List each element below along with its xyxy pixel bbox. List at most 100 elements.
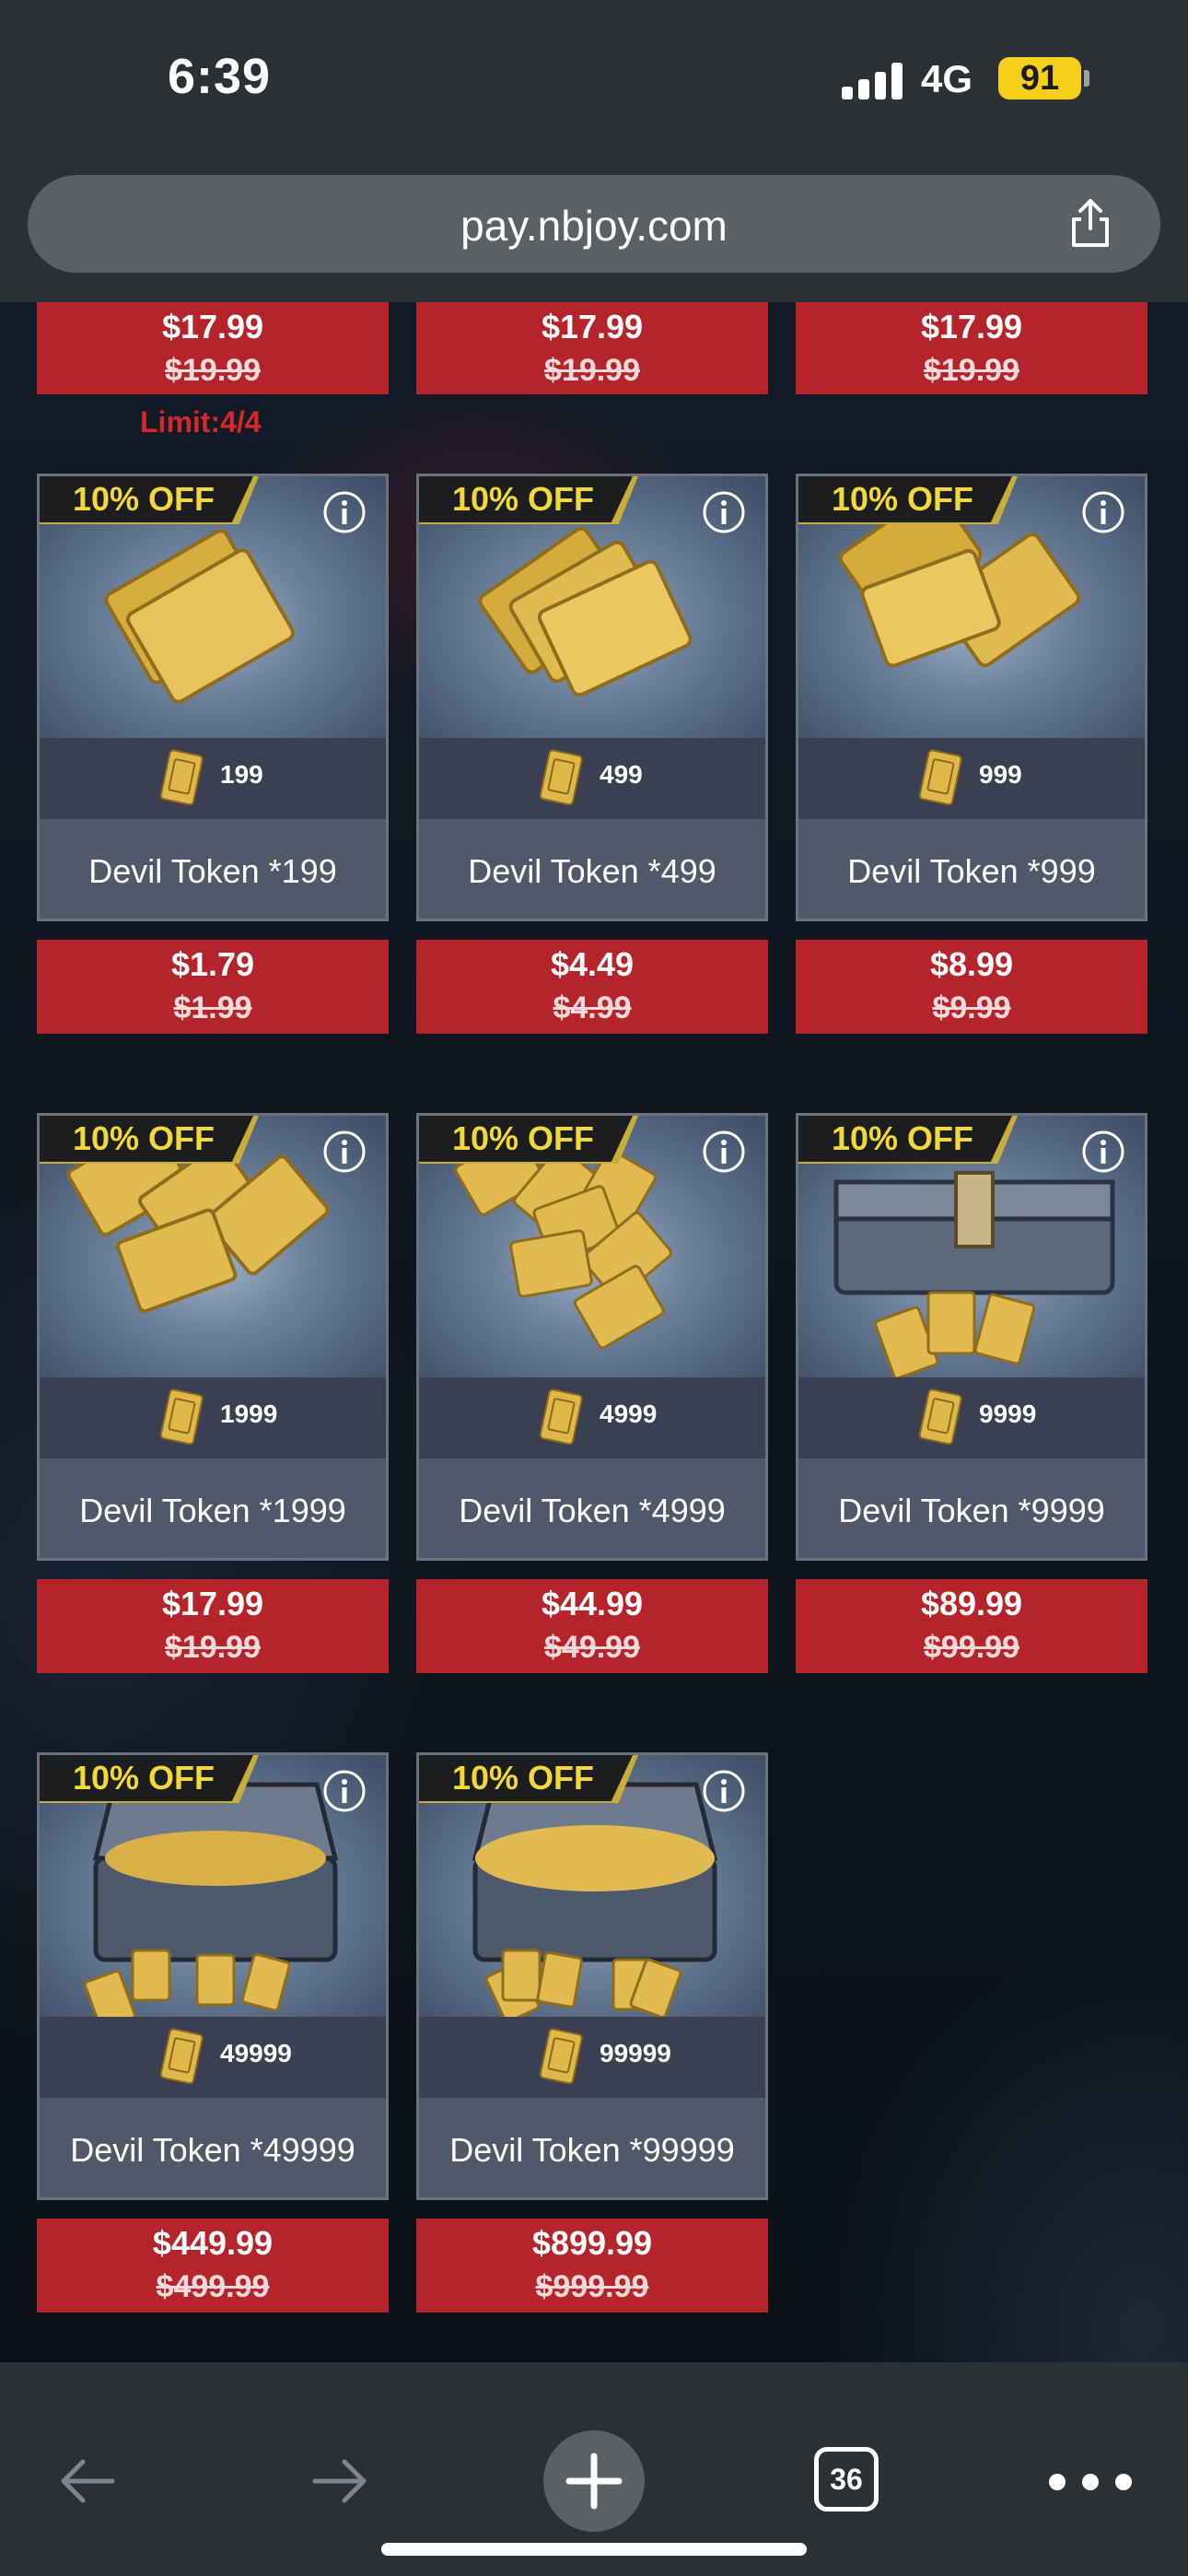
price-button[interactable]: $89.99 $99.99 [796,1579,1147,1673]
price-current: $89.99 [920,1585,1023,1622]
discount-label: 10% OFF [832,480,974,518]
devil-token-icon [159,2028,205,2087]
token-quantity: 1999 [220,1399,278,1428]
price-current: $4.49 [550,945,635,983]
product-card[interactable]: 10% OFF 4999 Devil Token *4999 [416,1113,768,1561]
price-button[interactable]: $1.79 $1.99 [37,940,389,1034]
product-name: Devil Token *999 [847,852,1096,890]
price-original: $99.99 [924,1630,1019,1665]
price-current: $899.99 [531,2224,653,2262]
price-original: $9.99 [932,990,1011,1025]
token-quantity: 999 [979,760,1022,789]
purchase-limit: Limit:4/4 [140,405,262,439]
product-card[interactable]: 10% OFF 199 Devil Token *199 [37,474,389,921]
plus-icon [565,2453,623,2510]
token-quantity: 4999 [600,1399,658,1428]
price-button[interactable]: $17.99 $19.99 [416,302,768,394]
home-indicator [381,2543,807,2556]
product-card[interactable]: 10% OFF 49999 Devil Token *49999 [37,1752,389,2200]
product-name-bar: Devil Token *1999 [40,1458,386,1558]
token-quantity: 199 [220,760,263,789]
devil-token-icon [539,749,585,808]
product-name: Devil Token *199 [88,852,337,890]
product-card[interactable]: 10% OFF 999 Devil Token *999 [796,474,1147,921]
status-time: 6:39 [168,49,272,104]
price-button[interactable]: $17.99 $19.99 [37,302,389,394]
info-icon[interactable] [321,1129,367,1175]
token-quantity: 9999 [979,1399,1037,1428]
quantity-bar: 9999 [798,1377,1145,1458]
devil-token-icon [159,749,205,808]
discount-label: 10% OFF [73,480,215,518]
address-bar[interactable]: pay.nbjoy.com [28,175,1160,273]
more-icon[interactable] [1046,2471,1135,2493]
price-button[interactable]: $17.99 $19.99 [796,302,1147,394]
back-arrow-icon[interactable] [55,2449,120,2513]
product-name: Devil Token *1999 [79,1492,346,1529]
info-icon[interactable] [1080,1129,1126,1175]
product-name-bar: Devil Token *999 [798,819,1145,919]
price-button[interactable]: $449.99 $499.99 [37,2219,389,2313]
product-card[interactable]: 10% OFF 499 Devil Token *499 [416,474,768,921]
price-current: $17.99 [920,308,1023,345]
token-quantity: 99999 [600,2039,671,2067]
new-tab-button[interactable] [543,2430,645,2532]
price-current: $17.99 [161,308,264,345]
browser-top-bar: 6:39 4G 91 pay.nbjoy.com [0,0,1188,302]
product-name: Devil Token *499 [468,852,716,890]
url-text[interactable]: pay.nbjoy.com [28,201,1160,251]
price-current: $44.99 [541,1585,644,1622]
discount-label: 10% OFF [73,1759,215,1797]
price-original: $19.99 [924,353,1019,388]
devil-token-icon [539,1388,585,1447]
store-content: $17.99 $19.99 $17.99 $19.99 $17.99 $19.9… [0,302,1188,2362]
price-original: $19.99 [165,353,261,388]
price-current: $8.99 [929,945,1014,983]
price-button[interactable]: $8.99 $9.99 [796,940,1147,1034]
product-name-bar: Devil Token *4999 [419,1458,765,1558]
battery-icon: 91 [998,57,1081,100]
cellular-signal-icon [842,63,904,100]
product-name-bar: Devil Token *499 [419,819,765,919]
price-button[interactable]: $44.99 $49.99 [416,1579,768,1673]
product-name-bar: Devil Token *99999 [419,2098,765,2197]
price-current: $1.79 [170,945,255,983]
product-card[interactable]: 10% OFF 9999 Devil Token *9999 [796,1113,1147,1561]
token-quantity: 49999 [220,2039,292,2067]
tabs-button[interactable]: 36 [814,2447,879,2512]
product-card[interactable]: 10% OFF 99999 Devil Token *99999 [416,1752,768,2200]
quantity-bar: 99999 [419,2017,765,2098]
devil-token-icon [918,749,964,808]
forward-arrow-icon[interactable] [308,2449,372,2513]
product-name: Devil Token *49999 [70,2131,355,2169]
price-original: $999.99 [535,2269,649,2304]
discount-label: 10% OFF [832,1119,974,1157]
quantity-bar: 4999 [419,1377,765,1458]
info-icon[interactable] [701,1768,747,1814]
devil-token-icon [918,1388,964,1447]
quantity-bar: 999 [798,738,1145,819]
discount-label: 10% OFF [452,1759,595,1797]
discount-label: 10% OFF [73,1119,215,1157]
share-icon[interactable] [1063,195,1118,251]
price-button[interactable]: $4.49 $4.99 [416,940,768,1034]
info-icon[interactable] [321,1768,367,1814]
quantity-bar: 199 [40,738,386,819]
info-icon[interactable] [321,489,367,535]
product-name-bar: Devil Token *49999 [40,2098,386,2197]
product-name-bar: Devil Token *199 [40,819,386,919]
price-original: $19.99 [165,1630,261,1665]
quantity-bar: 1999 [40,1377,386,1458]
discount-label: 10% OFF [452,480,595,518]
battery-tip [1084,70,1089,87]
price-original: $1.99 [173,990,252,1025]
price-original: $19.99 [544,353,640,388]
discount-label: 10% OFF [452,1119,595,1157]
price-button[interactable]: $899.99 $999.99 [416,2219,768,2313]
price-original: $4.99 [553,990,632,1025]
info-icon[interactable] [701,489,747,535]
price-button[interactable]: $17.99 $19.99 [37,1579,389,1673]
info-icon[interactable] [1080,489,1126,535]
info-icon[interactable] [701,1129,747,1175]
product-card[interactable]: 10% OFF 1999 Devil Token *1999 [37,1113,389,1561]
